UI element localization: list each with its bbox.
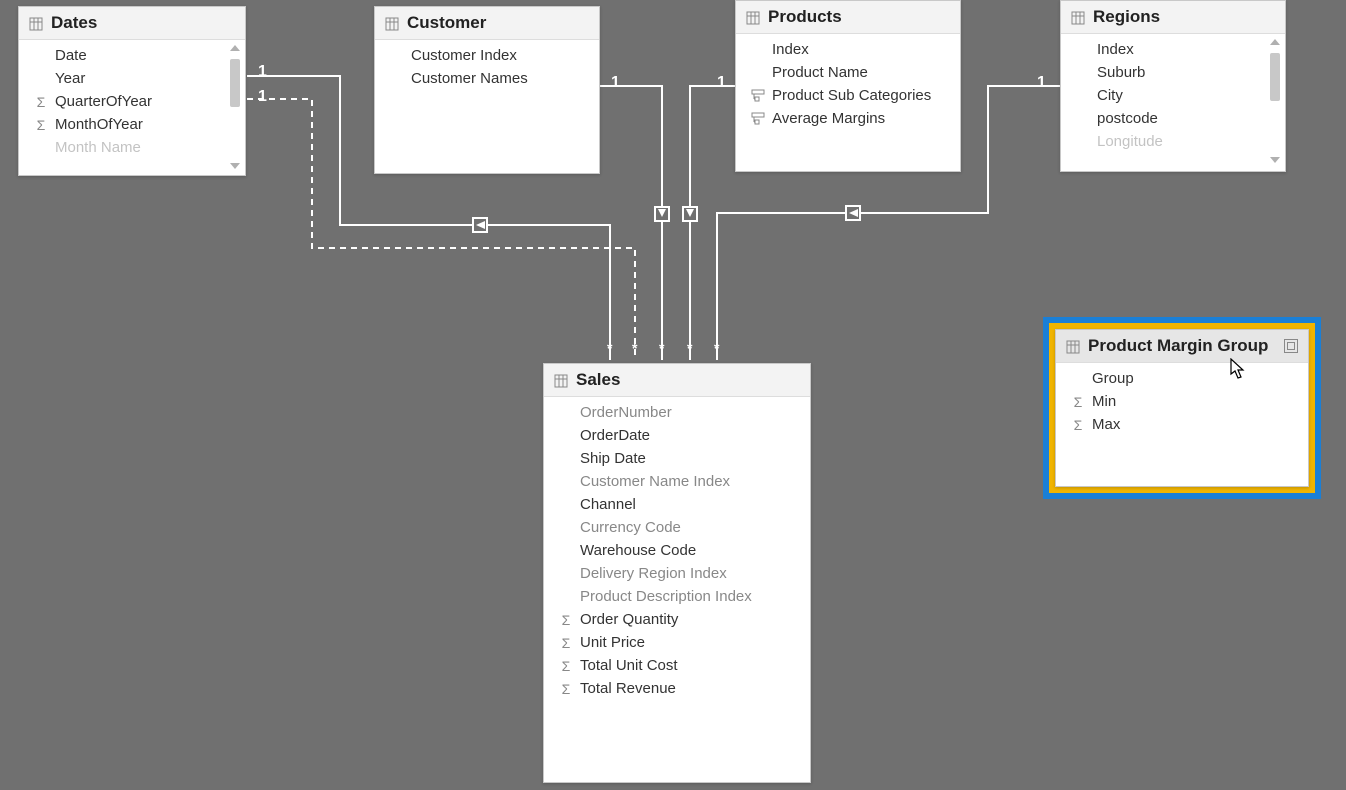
table-icon: [29, 16, 43, 30]
cardinality-one: 1: [258, 88, 267, 106]
sigma-icon: [33, 117, 49, 133]
cardinality-many: *: [714, 340, 719, 356]
sigma-icon: [558, 612, 574, 628]
sigma-icon: [558, 658, 574, 674]
cardinality-many: *: [632, 340, 637, 356]
table-icon: [385, 16, 399, 30]
field-list: Date Year QuarterOfYear MonthOfYear Mont…: [19, 40, 245, 163]
field-list: Index Product Name Product Sub Categorie…: [736, 34, 960, 134]
field-item[interactable]: Suburb: [1061, 61, 1285, 84]
field-item[interactable]: Currency Code: [544, 516, 810, 539]
cardinality-one: 1: [1037, 74, 1046, 92]
highlight-annotation: Product Margin Group Group Min Max: [1043, 317, 1321, 499]
field-item[interactable]: Ship Date: [544, 447, 810, 470]
table-title: Dates: [51, 13, 235, 33]
scrollbar[interactable]: [227, 43, 243, 171]
table-header[interactable]: Sales: [544, 364, 810, 397]
sigma-icon: [558, 681, 574, 697]
table-sales[interactable]: Sales OrderNumber OrderDate Ship Date Cu…: [543, 363, 811, 783]
table-icon: [746, 10, 760, 24]
table-header[interactable]: Dates: [19, 7, 245, 40]
table-dates[interactable]: Dates Date Year QuarterOfYear MonthOfYea…: [18, 6, 246, 176]
field-item[interactable]: Index: [1061, 38, 1285, 61]
table-header[interactable]: Product Margin Group: [1056, 330, 1308, 363]
cardinality-many: *: [607, 340, 612, 356]
field-item[interactable]: Group: [1056, 367, 1308, 390]
table-title: Regions: [1093, 7, 1275, 27]
table-products[interactable]: Products Index Product Name Product Sub …: [735, 0, 961, 172]
field-item[interactable]: postcode: [1061, 107, 1285, 130]
table-header[interactable]: Regions: [1061, 1, 1285, 34]
scroll-down[interactable]: [230, 163, 240, 169]
table-header[interactable]: Products: [736, 1, 960, 34]
scroll-thumb[interactable]: [230, 59, 240, 107]
table-icon: [554, 373, 568, 387]
field-item[interactable]: Warehouse Code: [544, 539, 810, 562]
field-item[interactable]: MonthOfYear: [19, 113, 245, 136]
field-item[interactable]: Order Quantity: [544, 608, 810, 631]
sigma-icon: [1070, 417, 1086, 433]
field-item[interactable]: Date: [19, 44, 245, 67]
field-item[interactable]: QuarterOfYear: [19, 90, 245, 113]
cardinality-one: 1: [717, 74, 726, 92]
field-item[interactable]: Customer Names: [375, 67, 599, 90]
field-item[interactable]: Unit Price: [544, 631, 810, 654]
field-item[interactable]: City: [1061, 84, 1285, 107]
field-item[interactable]: Index: [736, 38, 960, 61]
table-icon: [1071, 10, 1085, 24]
field-item[interactable]: Year: [19, 67, 245, 90]
field-item[interactable]: Min: [1056, 390, 1308, 413]
cardinality-many: *: [659, 340, 664, 356]
sigma-icon: [1070, 394, 1086, 410]
scrollbar[interactable]: [1267, 37, 1283, 165]
field-item[interactable]: Product Name: [736, 61, 960, 84]
scroll-up[interactable]: [230, 45, 240, 51]
sigma-icon: [33, 94, 49, 110]
table-title: Products: [768, 7, 950, 27]
field-item[interactable]: Product Description Index: [544, 585, 810, 608]
cardinality-one: 1: [258, 63, 267, 81]
field-item[interactable]: Customer Index: [375, 44, 599, 67]
field-item[interactable]: Channel: [544, 493, 810, 516]
scroll-up[interactable]: [1270, 39, 1280, 45]
field-item[interactable]: Total Revenue: [544, 677, 810, 700]
field-item[interactable]: Average Margins: [736, 107, 960, 130]
table-customer[interactable]: Customer Customer Index Customer Names: [374, 6, 600, 174]
field-item[interactable]: Longitude: [1061, 130, 1285, 153]
expand-icon[interactable]: [1284, 339, 1298, 353]
field-item[interactable]: OrderDate: [544, 424, 810, 447]
cardinality-one: 1: [611, 74, 620, 92]
table-product-margin-group[interactable]: Product Margin Group Group Min Max: [1055, 329, 1309, 487]
field-list: Customer Index Customer Names: [375, 40, 599, 94]
hierarchy-icon: [750, 112, 766, 126]
scroll-down[interactable]: [1270, 157, 1280, 163]
scroll-thumb[interactable]: [1270, 53, 1280, 101]
field-item[interactable]: OrderNumber: [544, 401, 810, 424]
hierarchy-icon: [750, 89, 766, 103]
table-regions[interactable]: Regions Index Suburb City postcode Longi…: [1060, 0, 1286, 172]
field-item[interactable]: Product Sub Categories: [736, 84, 960, 107]
table-icon: [1066, 339, 1080, 353]
table-title: Sales: [576, 370, 800, 390]
field-list: Index Suburb City postcode Longitude: [1061, 34, 1285, 157]
field-item[interactable]: Delivery Region Index: [544, 562, 810, 585]
field-item[interactable]: Customer Name Index: [544, 470, 810, 493]
field-list: Group Min Max: [1056, 363, 1308, 440]
table-title: Customer: [407, 13, 589, 33]
table-header[interactable]: Customer: [375, 7, 599, 40]
field-item[interactable]: Max: [1056, 413, 1308, 436]
field-item[interactable]: Total Unit Cost: [544, 654, 810, 677]
field-list: OrderNumber OrderDate Ship Date Customer…: [544, 397, 810, 704]
cardinality-many: *: [687, 340, 692, 356]
field-item[interactable]: Month Name: [19, 136, 245, 159]
table-title: Product Margin Group: [1088, 336, 1276, 356]
sigma-icon: [558, 635, 574, 651]
